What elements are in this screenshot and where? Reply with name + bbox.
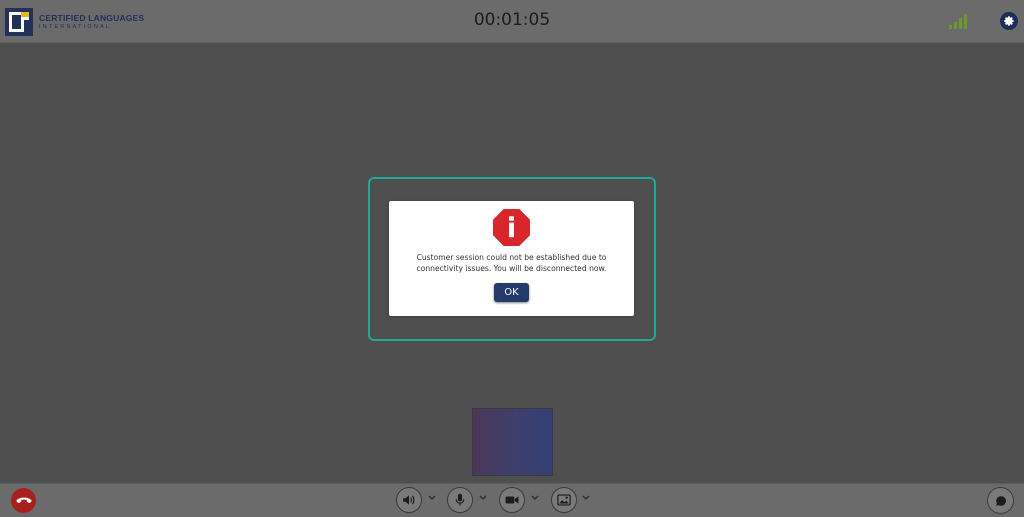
gear-icon	[1004, 16, 1014, 26]
signal-strength-icon	[948, 13, 970, 30]
settings-button[interactable]	[1000, 12, 1018, 30]
call-timer: 00:01:05	[473, 10, 551, 30]
camera-options-chevron-down-icon[interactable]	[531, 494, 539, 502]
background-image-button[interactable]	[551, 487, 577, 513]
phone-hangup-icon	[15, 497, 32, 503]
microphone-button[interactable]	[447, 487, 473, 513]
alert-octagon-icon	[492, 208, 531, 247]
video-camera-icon	[505, 496, 519, 504]
chat-button[interactable]	[987, 487, 1014, 514]
speaker-options-chevron-down-icon[interactable]	[428, 494, 436, 502]
error-dialog: Customer session could not be establishe…	[389, 201, 634, 316]
microphone-icon	[455, 493, 465, 506]
dialog-message: Customer session could not be establishe…	[416, 253, 607, 273]
ok-button[interactable]: OK	[494, 283, 529, 302]
hangup-button[interactable]	[11, 488, 36, 513]
top-bar: CERTIFIED LANGUAGES INTERNATIONAL 00:01:…	[0, 0, 1024, 43]
image-icon	[557, 494, 571, 506]
camera-button[interactable]	[499, 487, 525, 513]
background-options-chevron-down-icon[interactable]	[582, 494, 590, 502]
chat-icon	[995, 495, 1006, 506]
speaker-button[interactable]	[396, 487, 422, 513]
speaker-icon	[403, 495, 415, 505]
microphone-options-chevron-down-icon[interactable]	[479, 494, 487, 502]
self-video-preview	[472, 408, 553, 476]
